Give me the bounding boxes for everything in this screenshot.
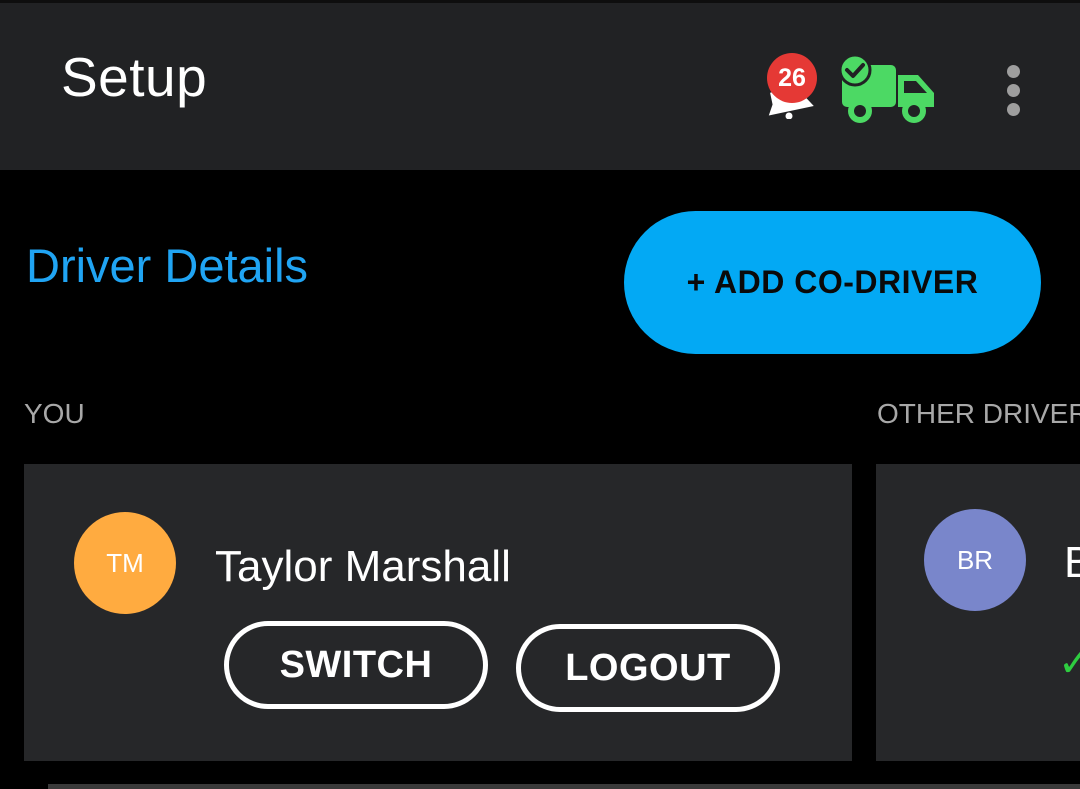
more-vert-icon[interactable] xyxy=(996,63,1032,119)
check-icon: ✓ xyxy=(1058,641,1080,685)
you-column-label: YOU xyxy=(24,398,85,429)
other-driver-card[interactable]: BR B ✓ xyxy=(876,464,1080,761)
avatar: TM xyxy=(74,512,176,614)
setup-screen: Setup 26 Driver Details + ADD CO-DRIVER … xyxy=(0,0,1080,789)
app-bar: Setup 26 xyxy=(0,0,1080,170)
add-co-driver-button[interactable]: + ADD CO-DRIVER xyxy=(624,211,1041,354)
switch-button[interactable]: SWITCH xyxy=(224,621,488,709)
notification-badge: 26 xyxy=(767,53,817,103)
driver-details-title: Driver Details xyxy=(26,239,309,292)
other-driver-name: B xyxy=(1064,538,1080,587)
other-drivers-column-label: OTHER DRIVERS xyxy=(877,398,1080,429)
notifications-button[interactable]: 26 xyxy=(760,53,822,119)
page-title: Setup xyxy=(61,46,208,108)
logout-button[interactable]: LOGOUT xyxy=(516,624,780,712)
divider xyxy=(48,784,1080,789)
avatar: BR xyxy=(924,509,1026,611)
truck-check-icon[interactable] xyxy=(838,53,938,128)
current-driver-card: TM Taylor Marshall SWITCH LOGOUT xyxy=(24,464,852,761)
driver-name: Taylor Marshall xyxy=(215,542,511,591)
